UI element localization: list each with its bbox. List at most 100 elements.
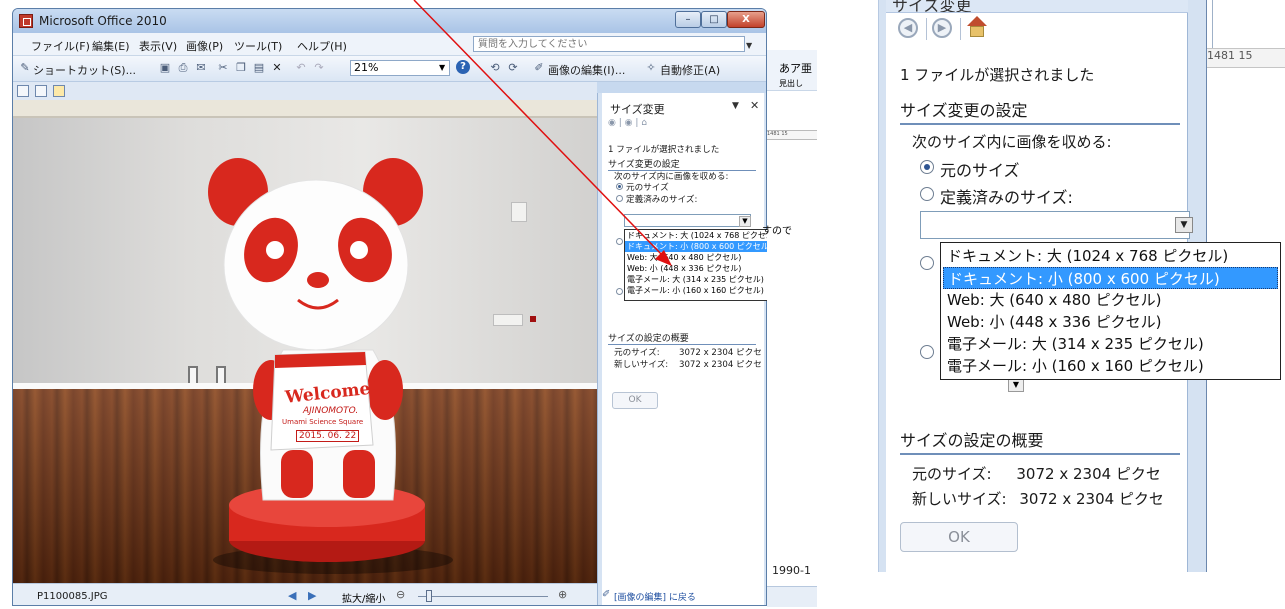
edit-picture-icon: ✐ — [534, 61, 544, 74]
single-view-icon[interactable] — [53, 85, 65, 97]
zoomed-spinner-icon[interactable]: ▼ — [1008, 378, 1024, 392]
zoomed-size-dropdown[interactable]: ドキュメント: 大 (1024 x 768 ピクセル) ドキュメント: 小 (8… — [940, 242, 1281, 380]
original-size-label: 元のサイズ: — [614, 348, 660, 358]
sign-subtitle: Umami Science Square — [282, 418, 364, 426]
copy-icon[interactable]: ❐ — [235, 62, 247, 74]
office-app-icon — [19, 14, 33, 28]
file-name-label: P1100085.JPG — [37, 591, 108, 602]
zoomed-dropdown-option[interactable]: Web: 大 (640 x 480 ピクセル) — [943, 289, 1278, 311]
home-icon[interactable] — [966, 16, 988, 38]
photo-preview[interactable]: Welcome! AJINOMOTO. Umami Science Square… — [13, 100, 597, 583]
title-bar[interactable]: Microsoft Office 2010 – □ X — [13, 9, 766, 33]
menu-help[interactable]: ヘルプ(H) — [297, 38, 347, 54]
zoomed-task-pane-title: サイズ変更 — [892, 0, 972, 13]
radio-custom-width[interactable] — [616, 238, 623, 245]
combo-dropdown-icon[interactable]: ▼ — [739, 216, 751, 227]
predefined-size-option-label: 定義済みのサイズ: — [626, 195, 698, 205]
rotate-right-icon[interactable]: ⟳ — [507, 62, 519, 74]
print-icon[interactable]: ⎙ — [177, 62, 189, 74]
help-search-dropdown-icon[interactable]: ▼ — [746, 41, 752, 50]
thumbnail-view-icon[interactable] — [17, 85, 29, 97]
toolbar: ✎ ショートカット(S)... ▣ ⎙ ✉ ✂ ❐ ▤ ✕ ↶ ↷ 21% ▼ … — [13, 56, 766, 82]
radio-predefined-size[interactable] — [616, 195, 623, 202]
zoomed-combo-dropdown-icon[interactable]: ▼ — [1175, 217, 1193, 233]
next-picture-icon[interactable]: ▶ — [308, 589, 316, 602]
zoomed-ok-button[interactable]: OK — [900, 522, 1018, 552]
ok-button[interactable]: OK — [612, 392, 658, 409]
new-size-value: 3072 x 2304 ピクセ — [679, 360, 762, 370]
panda-statue — [208, 158, 453, 574]
zoomed-selected-count-text: 1 ファイルが選択されました — [900, 66, 1095, 84]
original-size-value: 3072 x 2304 ピクセ — [679, 348, 762, 358]
zoomed-radio-original-size[interactable] — [920, 160, 934, 174]
task-pane-menu-icon[interactable]: ▼ — [732, 101, 739, 111]
zoom-combo[interactable]: 21% — [350, 60, 450, 76]
back-to-edit-link[interactable]: [画像の編集] に戻る — [614, 590, 696, 603]
background-doc-ruler: 1481 15 — [767, 130, 817, 140]
status-bar: P1100085.JPG ◀ ▶ 拡大/縮小 ⊖ ⊕ — [13, 583, 597, 605]
menu-tools[interactable]: ツール(T) — [234, 38, 282, 54]
zoomed-dropdown-option[interactable]: 電子メール: 大 (314 x 235 ピクセル) — [943, 333, 1278, 355]
zoom-dropdown-icon[interactable]: ▼ — [439, 63, 445, 72]
zoom-in-icon[interactable]: ⊕ — [558, 588, 567, 601]
zoomed-dropdown-option[interactable]: 電子メール: 小 (160 x 160 ピクセル) — [943, 355, 1278, 377]
zoomed-radio-custom-percent[interactable] — [920, 345, 934, 359]
menu-view[interactable]: 表示(V) — [139, 38, 177, 54]
zoomed-radio-custom-width[interactable] — [920, 256, 934, 270]
shortcut-button[interactable]: ショートカット(S)... — [33, 62, 136, 78]
cut-icon[interactable]: ✂ — [217, 62, 229, 74]
menu-edit[interactable]: 編集(E) — [92, 38, 130, 54]
view-bar — [13, 82, 597, 100]
resize-task-pane: サイズ変更 ▼ ✕ ◉ | ◉ | ⌂ 1 ファイルが選択されました サイズ変更… — [597, 93, 766, 605]
edit-picture-back-icon: ✐ — [602, 589, 611, 600]
maximize-button[interactable]: □ — [701, 11, 727, 28]
nav-separator — [926, 18, 927, 40]
zoomed-predefined-size-combo[interactable]: ▼ — [920, 211, 1193, 239]
zoomed-dropdown-option[interactable]: ドキュメント: 大 (1024 x 768 ピクセル) — [943, 245, 1278, 267]
zoomed-new-size-value: 3072 x 2304 ピクセ — [1019, 490, 1164, 508]
zoomed-dropdown-option[interactable]: Web: 小 (448 x 336 ピクセル) — [943, 311, 1278, 333]
minimize-button[interactable]: – — [675, 11, 701, 28]
zoomed-new-size-row: 新しいサイズ: 3072 x 2304 ピクセ — [912, 488, 1164, 509]
task-pane-close-icon[interactable]: ✕ — [750, 99, 759, 112]
predefined-size-combo[interactable]: ▼ — [624, 214, 751, 227]
zoom-slider-track[interactable] — [418, 596, 548, 597]
edit-picture-button[interactable]: 画像の編集(I)... — [548, 62, 625, 78]
filmstrip-view-icon[interactable] — [35, 85, 47, 97]
forward-icon[interactable]: ▶ — [932, 18, 952, 38]
delete-icon[interactable]: ✕ — [271, 62, 283, 74]
zoomed-summary-heading: サイズの設定の概要 — [900, 427, 1180, 455]
original-size-option-label: 元のサイズ — [626, 183, 669, 193]
close-button[interactable]: X — [727, 11, 765, 28]
zoomed-dropdown-option-selected[interactable]: ドキュメント: 小 (800 x 600 ピクセル) — [943, 267, 1278, 289]
zoomed-original-size-row: 元のサイズ: 3072 x 2304 ピクセ — [912, 463, 1161, 484]
back-icon[interactable]: ◀ — [898, 18, 918, 38]
picture-manager-window: Microsoft Office 2010 – □ X ファイル(F) 編集(E… — [12, 8, 767, 606]
radio-custom-percent[interactable] — [616, 288, 623, 295]
help-search-box[interactable] — [473, 36, 745, 52]
zoomed-original-size-label: 元のサイズ — [940, 161, 1020, 180]
zoomed-radio-predefined-size[interactable] — [920, 187, 934, 201]
resize-task-pane-body: サイズ変更 ▼ ✕ ◉ | ◉ | ⌂ 1 ファイルが選択されました サイズ変更… — [602, 93, 764, 605]
auto-correct-button[interactable]: 自動修正(A) — [660, 62, 720, 78]
paste-icon[interactable]: ▤ — [253, 62, 265, 74]
rotate-left-icon[interactable]: ⟲ — [489, 62, 501, 74]
background-doc-ribbon: あア亜 見出し — [767, 50, 817, 91]
radio-original-size[interactable] — [616, 183, 623, 190]
background-doc-heading-text: 見出し — [779, 79, 803, 88]
sign-brand: AJINOMOTO. — [303, 406, 359, 416]
save-icon[interactable]: ▣ — [159, 62, 171, 74]
zoom-slider-thumb[interactable] — [426, 590, 432, 602]
menu-picture[interactable]: 画像(P) — [186, 38, 223, 54]
help-icon[interactable]: ? — [456, 60, 470, 74]
redo-icon[interactable]: ↷ — [313, 62, 325, 74]
zoom-out-icon[interactable]: ⊖ — [396, 588, 405, 601]
undo-icon[interactable]: ↶ — [295, 62, 307, 74]
previous-picture-icon[interactable]: ◀ — [288, 589, 296, 602]
help-search-input[interactable] — [474, 37, 732, 52]
email-icon[interactable]: ✉ — [195, 62, 207, 74]
back-nav-icon[interactable]: ◉ | ◉ | ⌂ — [608, 118, 647, 128]
background-doc-style-text: あア亜 — [779, 62, 812, 75]
menu-file[interactable]: ファイル(F) — [31, 38, 90, 54]
zoomed-fit-label: 次のサイズ内に画像を収める: — [912, 133, 1112, 151]
